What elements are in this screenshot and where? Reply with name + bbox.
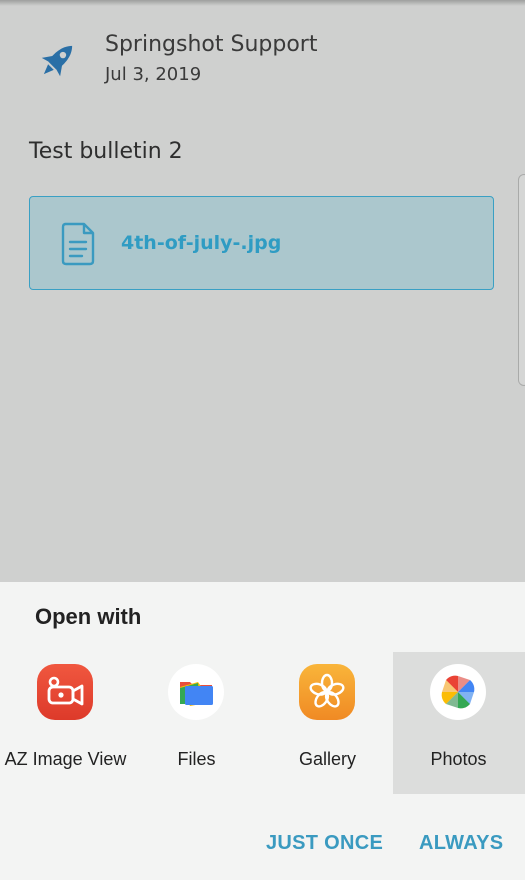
app-label: Files xyxy=(177,749,216,769)
attachment-card[interactable]: 4th-of-july-.jpg xyxy=(29,196,494,290)
rocket-icon xyxy=(41,45,73,77)
app-option-az-image-view[interactable]: AZ Image View xyxy=(0,652,131,794)
sheet-title: Open with xyxy=(35,604,142,629)
always-button[interactable]: ALWAYS xyxy=(419,832,503,855)
app-option-gallery[interactable]: Gallery xyxy=(262,652,393,794)
video-camera-icon xyxy=(37,664,93,720)
top-shadow xyxy=(0,0,525,6)
app-option-photos[interactable]: Photos xyxy=(393,652,525,794)
just-once-button[interactable]: JUST ONCE xyxy=(266,832,383,855)
bulletin-message: Test bulletin 2 xyxy=(29,139,183,164)
app-option-files[interactable]: Files xyxy=(131,652,262,794)
app-label: Gallery xyxy=(298,749,356,769)
gallery-flower-icon xyxy=(299,664,355,720)
open-with-sheet: Open with AZ Image View Files Gallery Ph… xyxy=(0,582,525,880)
bulletin-post: Springshot Support Jul 3, 2019 Test bull… xyxy=(0,0,525,582)
photos-pinwheel-icon xyxy=(430,664,486,720)
sender-name: Springshot Support xyxy=(105,32,318,57)
app-label: AZ Image View xyxy=(4,749,127,769)
files-icon xyxy=(168,664,224,720)
document-icon xyxy=(61,222,95,266)
app-label: Photos xyxy=(430,749,487,769)
edge-scroll-handle[interactable] xyxy=(518,174,525,386)
post-date: Jul 3, 2019 xyxy=(105,64,202,85)
attachment-filename[interactable]: 4th-of-july-.jpg xyxy=(121,232,281,254)
